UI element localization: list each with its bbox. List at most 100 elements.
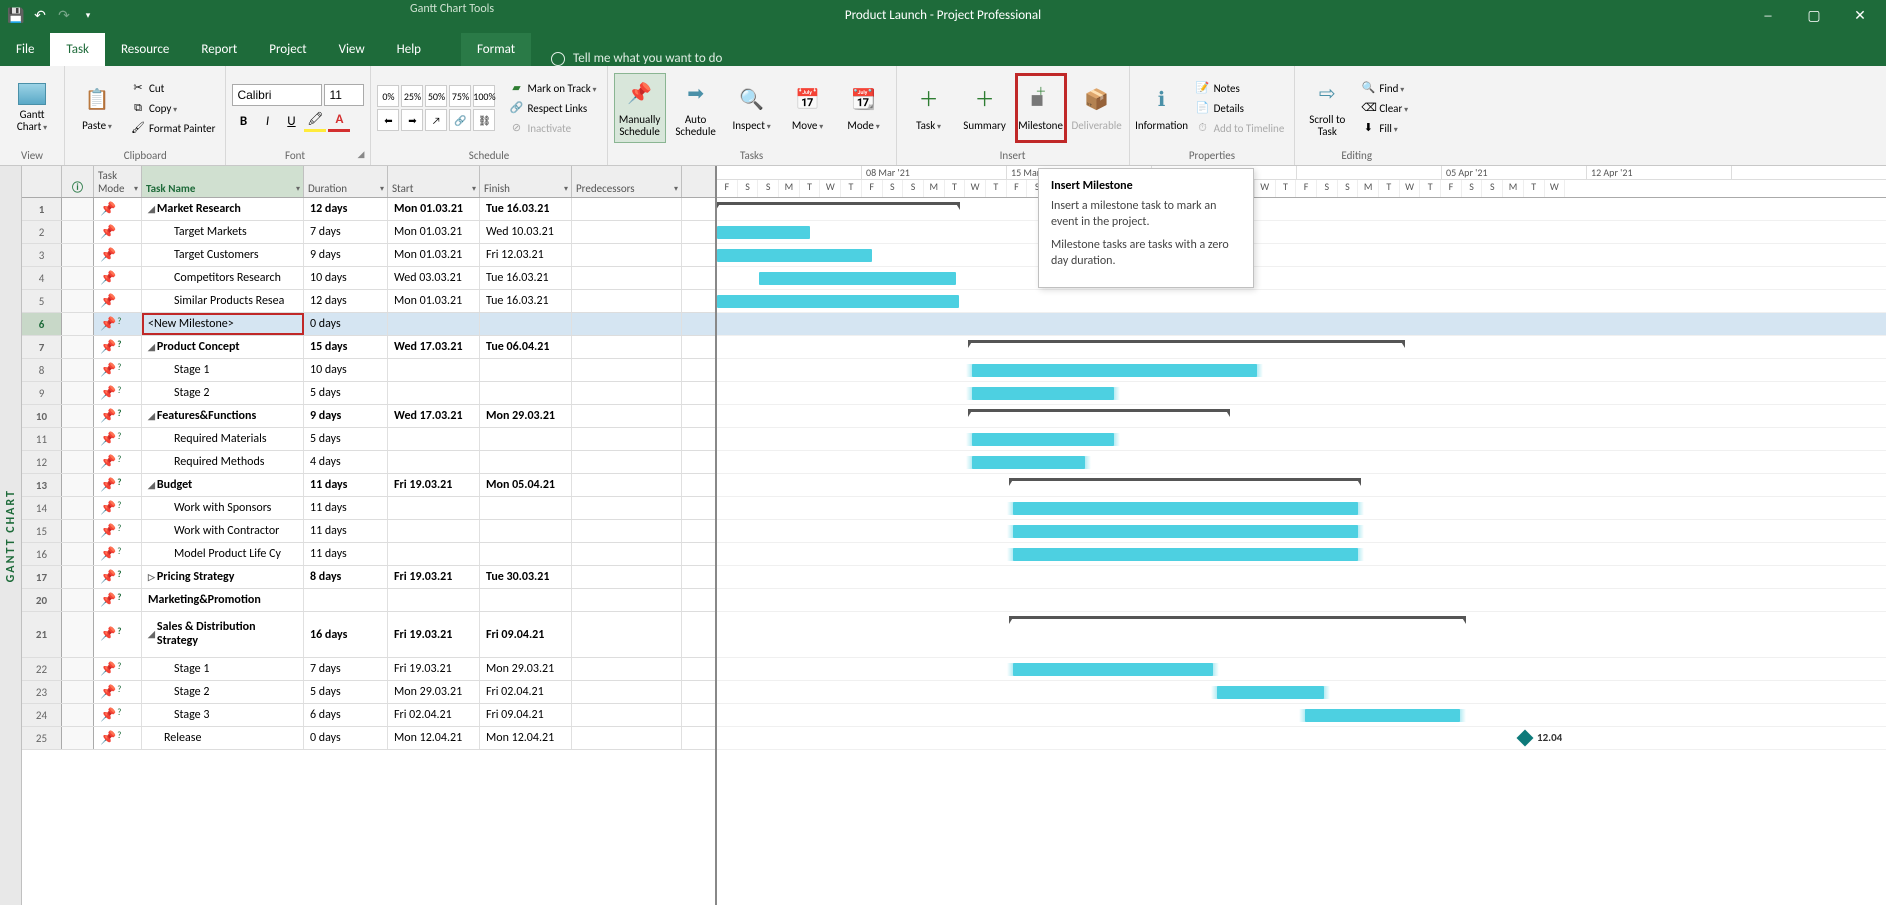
col-header-info[interactable]: ⓘ	[62, 166, 94, 197]
task-row[interactable]: 20📌Marketing&Promotion	[22, 589, 715, 612]
cell-finish[interactable]: Fri 09.04.21	[480, 704, 572, 726]
insert-milestone-button[interactable]: ＋◆ Milestone	[1015, 73, 1067, 143]
cell-dur[interactable]: 4 days	[304, 451, 388, 473]
cell-dur[interactable]: 10 days	[304, 267, 388, 289]
task-bar[interactable]	[972, 433, 1114, 446]
information-button[interactable]: ℹ Information	[1136, 73, 1188, 143]
task-bar[interactable]	[1013, 502, 1358, 515]
cell-pred[interactable]	[572, 221, 682, 243]
undo-icon[interactable]: ↶	[32, 7, 48, 23]
cell-start[interactable]: Mon 01.03.21	[388, 198, 480, 220]
task-bar[interactable]	[1013, 663, 1213, 676]
cell-pred[interactable]	[572, 244, 682, 266]
cell-pred[interactable]	[572, 566, 682, 588]
task-name-cell[interactable]: ◢Sales & Distribution Strategy	[142, 612, 304, 657]
cell-start[interactable]: Wed 17.03.21	[388, 405, 480, 427]
task-name-cell[interactable]: Stage 1	[142, 658, 304, 680]
summary-bar[interactable]	[969, 340, 1404, 343]
cell-dur[interactable]: 15 days	[304, 336, 388, 358]
cell-start[interactable]: Mon 01.03.21	[388, 221, 480, 243]
cell-start[interactable]: Fri 19.03.21	[388, 612, 480, 657]
link-button[interactable]: 🔗	[449, 109, 471, 131]
summary-bar[interactable]	[1010, 616, 1465, 619]
cell-pred[interactable]	[572, 290, 682, 312]
cell-finish[interactable]	[480, 451, 572, 473]
row-number[interactable]: 10	[22, 405, 62, 427]
summary-bar[interactable]	[1010, 478, 1360, 481]
task-mode-cell[interactable]: 📌	[94, 566, 142, 588]
row-number[interactable]: 4	[22, 267, 62, 289]
task-row[interactable]: 9📌Stage 25 days	[22, 382, 715, 405]
row-number[interactable]: 25	[22, 727, 62, 749]
cell-finish[interactable]: Tue 16.03.21	[480, 290, 572, 312]
font-color-button[interactable]: A	[328, 110, 350, 132]
cell-pred[interactable]	[572, 520, 682, 542]
task-row[interactable]: 24📌Stage 36 daysFri 02.04.21Fri 09.04.21	[22, 704, 715, 727]
gantt-row[interactable]	[717, 359, 1886, 382]
task-sheet[interactable]: ⓘ Task Mode▾ Task Name▾ Duration▾ Start▾…	[22, 166, 717, 905]
gantt-row[interactable]	[717, 451, 1886, 474]
insert-task-button[interactable]: ＋ Task	[903, 73, 955, 143]
row-number[interactable]: 9	[22, 382, 62, 404]
fill-color-button[interactable]: 🖍	[304, 110, 326, 132]
cell-finish[interactable]: Mon 29.03.21	[480, 658, 572, 680]
task-name-cell[interactable]: Stage 3	[142, 704, 304, 726]
cell-pred[interactable]	[572, 405, 682, 427]
cell-pred[interactable]	[572, 612, 682, 657]
find-button[interactable]: 🔍Find	[1357, 79, 1412, 97]
row-number[interactable]: 12	[22, 451, 62, 473]
milestone-diamond[interactable]	[1517, 730, 1534, 747]
row-number[interactable]: 23	[22, 681, 62, 703]
task-row[interactable]: 12📌Required Methods4 days	[22, 451, 715, 474]
mark-on-track-button[interactable]: ▰Mark on Track	[505, 79, 600, 97]
cell-pred[interactable]	[572, 497, 682, 519]
task-mode-cell[interactable]: 📌	[94, 382, 142, 404]
task-name-cell[interactable]: Release	[142, 727, 304, 749]
minimize-icon[interactable]: ─	[1752, 7, 1784, 24]
cell-finish[interactable]	[480, 589, 572, 611]
cell-dur[interactable]: 11 days	[304, 543, 388, 565]
mode-button[interactable]: 📆 Mode	[838, 73, 890, 143]
col-header-rownum[interactable]	[22, 166, 62, 197]
cell-start[interactable]: Mon 12.04.21	[388, 727, 480, 749]
task-bar[interactable]	[972, 364, 1257, 377]
task-row[interactable]: 6📌<New Milestone>0 days	[22, 313, 715, 336]
cell-start[interactable]: Mon 01.03.21	[388, 290, 480, 312]
task-name-cell[interactable]: ◢Budget	[142, 474, 304, 496]
task-name-cell[interactable]: Similar Products Resea	[142, 290, 304, 312]
cell-finish[interactable]	[480, 359, 572, 381]
gantt-row[interactable]	[717, 658, 1886, 681]
row-number[interactable]: 22	[22, 658, 62, 680]
task-mode-cell[interactable]: 📌	[94, 359, 142, 381]
task-bar[interactable]	[972, 387, 1114, 400]
gantt-row[interactable]	[717, 290, 1886, 313]
row-number[interactable]: 21	[22, 612, 62, 657]
task-mode-cell[interactable]: 📌	[94, 336, 142, 358]
tell-me-search[interactable]: Tell me what you want to do	[551, 51, 722, 66]
percent-75%-button[interactable]: 75%	[449, 85, 471, 107]
cell-start[interactable]: Mon 29.03.21	[388, 681, 480, 703]
cell-start[interactable]: Mon 01.03.21	[388, 244, 480, 266]
gantt-chart-button[interactable]: Gantt Chart	[6, 73, 58, 143]
cell-pred[interactable]	[572, 589, 682, 611]
task-row[interactable]: 5📌Similar Products Resea12 daysMon 01.03…	[22, 290, 715, 313]
task-row[interactable]: 22📌Stage 17 daysFri 19.03.21Mon 29.03.21	[22, 658, 715, 681]
gantt-row[interactable]	[717, 221, 1886, 244]
row-number[interactable]: 17	[22, 566, 62, 588]
cell-finish[interactable]: Tue 16.03.21	[480, 198, 572, 220]
paste-button[interactable]: 📋 Paste	[71, 73, 123, 143]
cell-finish[interactable]	[480, 543, 572, 565]
task-name-cell[interactable]: Competitors Research	[142, 267, 304, 289]
gantt-row[interactable]	[717, 589, 1886, 612]
cell-start[interactable]: Wed 03.03.21	[388, 267, 480, 289]
percent-100%-button[interactable]: 100%	[473, 85, 495, 107]
col-header-duration[interactable]: Duration▾	[304, 166, 388, 197]
cell-finish[interactable]: Fri 02.04.21	[480, 681, 572, 703]
gantt-row[interactable]	[717, 336, 1886, 359]
task-mode-cell[interactable]: 📌	[94, 612, 142, 657]
task-bar[interactable]	[1217, 686, 1324, 699]
col-header-pred[interactable]: Predecessors▾	[572, 166, 682, 197]
cell-dur[interactable]: 7 days	[304, 658, 388, 680]
cell-finish[interactable]	[480, 313, 572, 335]
task-row[interactable]: 16📌Model Product Life Cy11 days	[22, 543, 715, 566]
